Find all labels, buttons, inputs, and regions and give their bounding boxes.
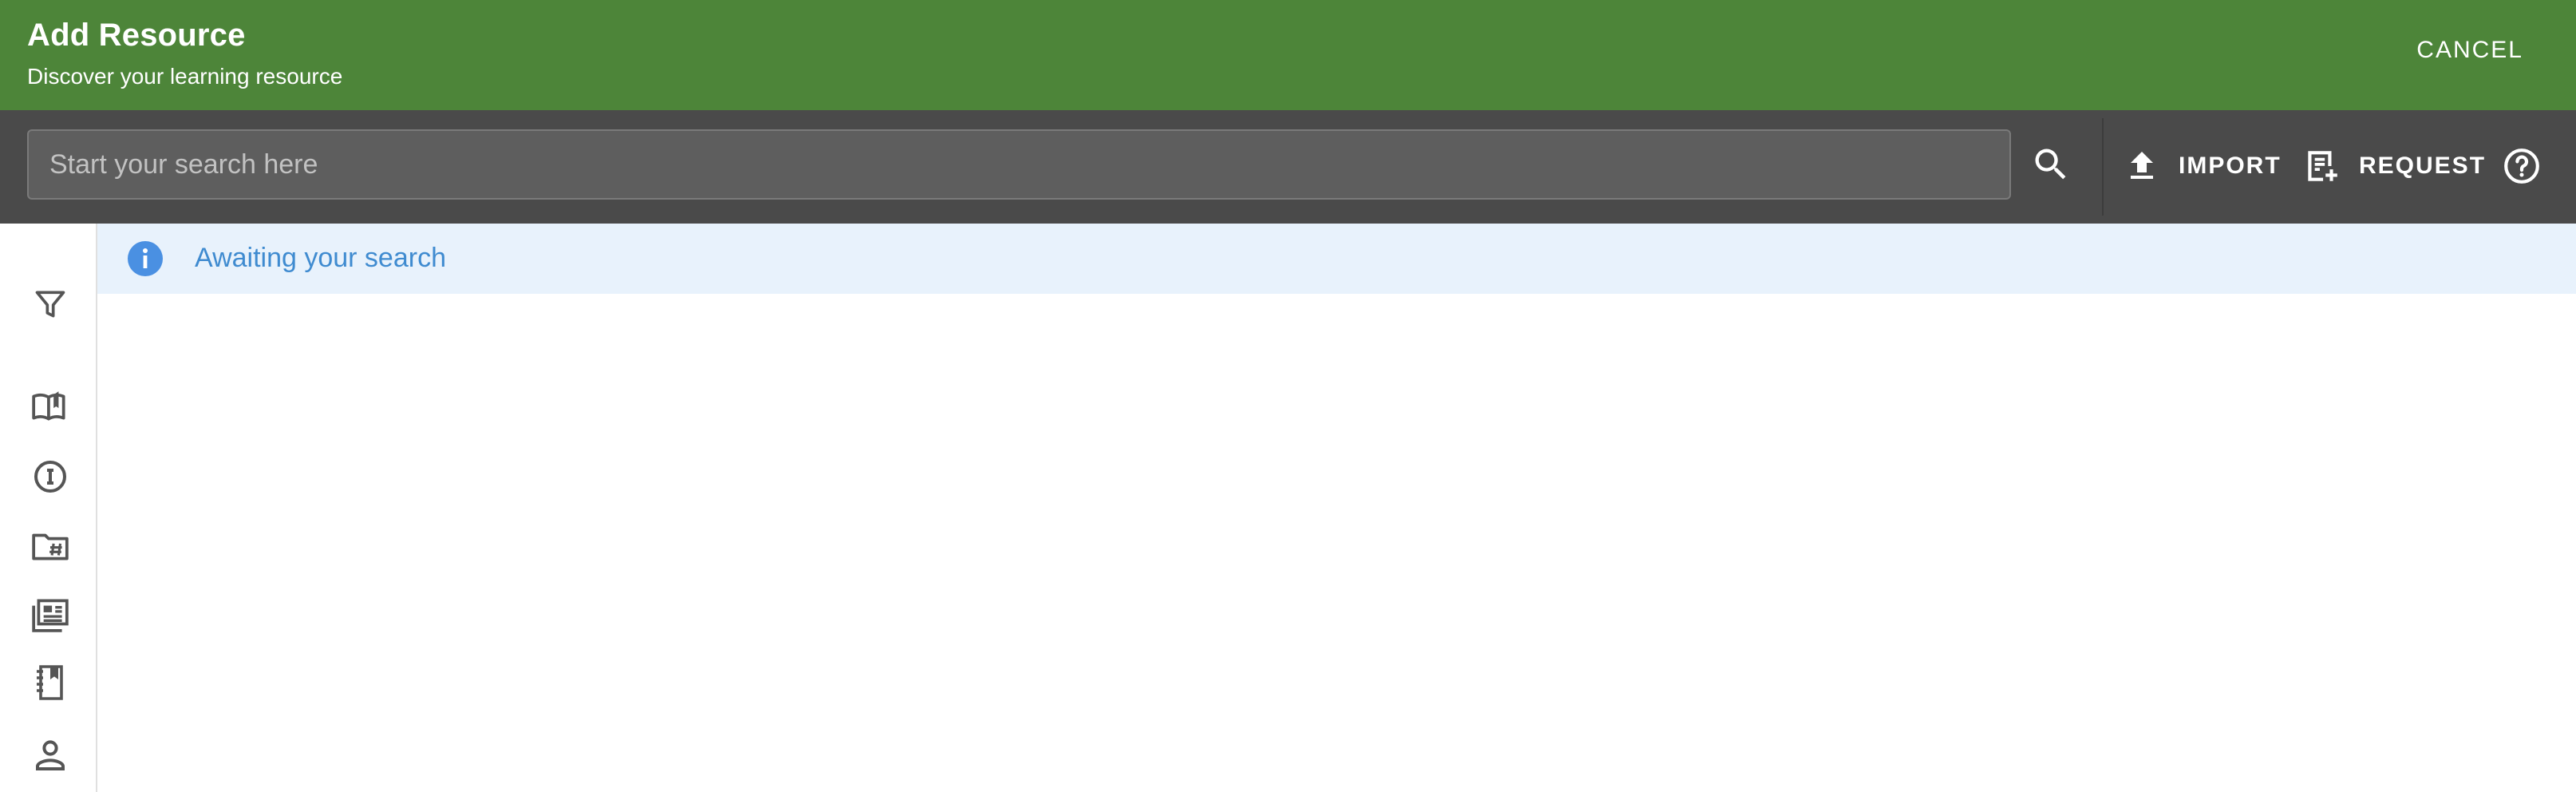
filter-icon <box>35 291 65 318</box>
person-icon <box>36 740 65 770</box>
search-button[interactable] <box>2027 141 2075 188</box>
status-message: Awaiting your search <box>195 243 446 273</box>
help-icon <box>2504 148 2539 184</box>
search-input[interactable] <box>29 131 2009 198</box>
sidebar-item-filter[interactable] <box>24 278 77 331</box>
news-icon <box>32 599 69 632</box>
hash-folder-icon <box>32 533 69 560</box>
search-toolbar: IMPORT REQUEST <box>0 110 2576 224</box>
upload-icon <box>2131 152 2153 179</box>
request-add-icon <box>2308 151 2337 181</box>
import-label: IMPORT <box>2179 152 2282 179</box>
import-button[interactable]: IMPORT <box>2123 142 2282 190</box>
page-subtitle: Discover your learning resource <box>27 64 343 89</box>
request-button[interactable]: REQUEST <box>2301 142 2486 190</box>
help-button[interactable] <box>2498 142 2546 190</box>
results-area: Awaiting your search <box>97 224 2576 792</box>
sidebar-item-journal[interactable] <box>24 656 77 709</box>
notebook-icon <box>37 665 63 700</box>
sidebar-item-author[interactable] <box>24 728 77 781</box>
cancel-button[interactable]: CANCEL <box>2416 37 2523 64</box>
sidebar-item-subject[interactable] <box>24 519 77 572</box>
info-icon <box>128 241 163 276</box>
status-banner: Awaiting your search <box>97 224 2576 294</box>
sidebar-item-news[interactable] <box>24 588 77 640</box>
sidebar-item-books[interactable] <box>24 380 77 433</box>
app-header: Add Resource Discover your learning reso… <box>0 0 2576 110</box>
toolbar-divider <box>2102 118 2104 216</box>
search-box <box>27 129 2011 200</box>
search-icon <box>2035 148 2066 180</box>
page-title: Add Resource <box>27 18 246 53</box>
request-label: REQUEST <box>2359 152 2487 179</box>
sidebar-item-identifier[interactable] <box>24 450 77 503</box>
filter-sidebar <box>0 224 97 792</box>
info-circle-icon <box>34 461 66 493</box>
open-book-icon <box>32 391 65 421</box>
